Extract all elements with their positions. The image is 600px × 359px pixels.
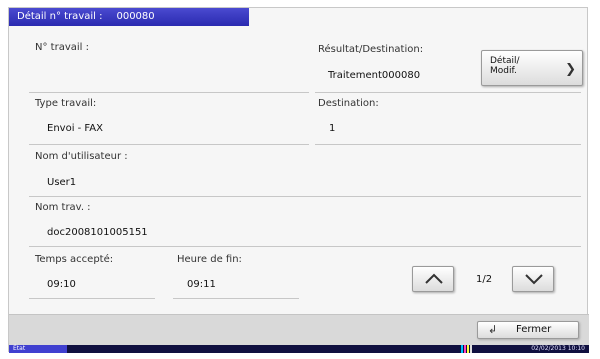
job-type-value: Envoi - FAX (47, 123, 103, 134)
accepted-time-value: 09:10 (47, 279, 76, 290)
job-no-label: N° travail : (35, 42, 89, 53)
divider (29, 144, 309, 145)
result-value: Traitement000080 (328, 70, 421, 81)
accepted-time-label: Temps accepté: (35, 254, 114, 265)
toner-level-icon (461, 345, 477, 353)
destination-value: 1 (329, 123, 336, 134)
user-name-label: Nom d'utilisateur : (35, 151, 128, 162)
close-button[interactable]: ↲ Fermer (477, 321, 579, 339)
page-down-button[interactable] (512, 266, 554, 292)
destination-label: Destination: (318, 98, 379, 109)
divider (29, 92, 309, 93)
divider (29, 246, 581, 247)
page-up-button[interactable] (412, 266, 454, 292)
close-label: Fermer (516, 324, 552, 335)
end-time-value: 09:11 (187, 279, 216, 290)
detail-modify-button[interactable]: Détail/ Modif. ❯ (481, 50, 583, 86)
return-arrow-icon: ↲ (488, 323, 498, 336)
job-name-label: Nom trav. : (35, 202, 91, 213)
chevron-right-icon: ❯ (565, 62, 576, 77)
chevron-up-icon (425, 273, 443, 284)
detail-modify-label: Détail/ Modif. (490, 56, 520, 76)
title-job-id: 000080 (116, 11, 155, 22)
divider (315, 92, 581, 93)
divider (315, 144, 581, 145)
job-name-value: doc2008101005151 (47, 227, 148, 238)
user-name-value: User1 (47, 177, 77, 188)
divider (29, 298, 155, 299)
divider (29, 196, 581, 197)
status-tab[interactable]: État (9, 345, 67, 353)
status-datetime: 02/02/2013 10:10 (531, 345, 585, 352)
result-label: Résultat/Destination: (318, 44, 424, 55)
title-label: Détail n° travail : (17, 11, 103, 22)
status-bar: État 02/02/2013 10:10 (9, 345, 589, 353)
page-indicator: 1/2 (476, 274, 493, 285)
job-type-label: Type travail: (35, 98, 97, 109)
chevron-down-icon (525, 274, 543, 285)
title-bar: Détail n° travail : 000080 (9, 8, 249, 26)
end-time-label: Heure de fin: (177, 254, 242, 265)
job-detail-screen: Détail n° travail : 000080 N° travail : R… (8, 7, 589, 353)
divider (173, 298, 299, 299)
